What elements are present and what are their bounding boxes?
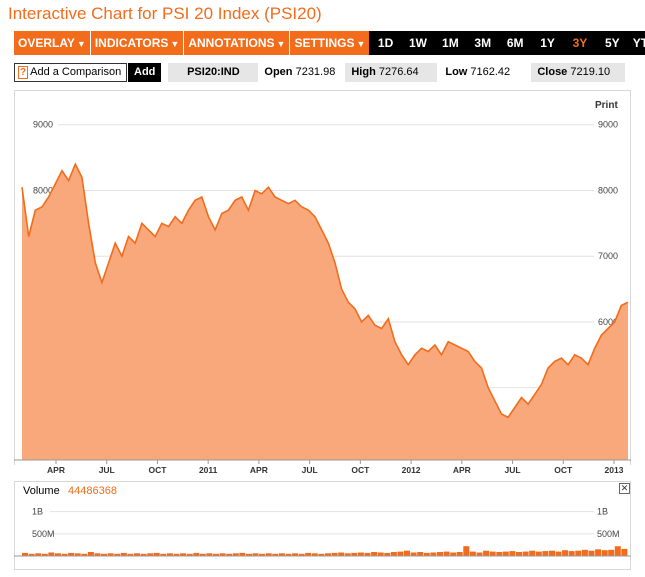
low-quote: Low 7162.42 xyxy=(439,63,531,82)
help-icon[interactable]: ? xyxy=(18,65,29,79)
indicators-menu-button[interactable]: INDICATORS ▼ xyxy=(90,31,185,55)
overlay-menu-label: OVERLAY xyxy=(18,36,75,50)
high-label: High xyxy=(351,65,376,78)
ticker-symbol: PSI20:IND xyxy=(168,62,259,82)
quote-bar: ? Add a Comparison Add PSI20:IND Open 72… xyxy=(14,62,638,82)
volume-label: Volume xyxy=(23,485,60,497)
x-tick-label: 2011 xyxy=(199,465,218,475)
chevron-down-icon: ▼ xyxy=(170,39,180,49)
x-tick-label: OCT xyxy=(351,465,370,475)
open-value: 7231.98 xyxy=(295,65,336,78)
chevron-down-icon: ▼ xyxy=(356,39,366,49)
add-comparison-button[interactable]: Add xyxy=(128,62,162,82)
x-tick-label: 2012 xyxy=(402,465,421,475)
range-button-3y[interactable]: 3Y xyxy=(563,31,597,55)
high-quote: High 7276.64 xyxy=(345,62,438,82)
close-value: 7219.10 xyxy=(570,65,611,78)
range-button-1m[interactable]: 1M xyxy=(434,31,466,55)
x-tick-label: JUL xyxy=(99,465,115,475)
annotations-menu-button[interactable]: ANNOTATIONS ▼ xyxy=(184,31,291,55)
range-selector: 1D 1W 1M 3M 6M 1Y 3Y 5Y YTD xyxy=(369,31,645,55)
range-button-1w[interactable]: 1W xyxy=(402,31,434,55)
price-chart-frame xyxy=(14,90,631,465)
open-quote: Open 7231.98 xyxy=(258,63,341,82)
close-icon[interactable]: ✕ xyxy=(619,483,630,494)
x-tick-label: APR xyxy=(453,465,471,475)
add-comparison-field[interactable]: ? Add a Comparison xyxy=(14,62,127,82)
volume-value: 44486368 xyxy=(68,485,117,497)
low-label: Low xyxy=(445,65,468,78)
add-comparison-label: Add a Comparison xyxy=(30,66,122,78)
range-button-5y[interactable]: 5Y xyxy=(596,31,628,55)
range-button-ytd[interactable]: YTD xyxy=(629,31,645,55)
high-value: 7276.64 xyxy=(378,65,419,78)
x-tick-label: 2013 xyxy=(605,465,624,475)
chevron-down-icon: ▼ xyxy=(76,39,86,49)
x-tick-label: APR xyxy=(250,465,268,475)
low-value: 7162.42 xyxy=(470,65,511,78)
range-button-1y[interactable]: 1Y xyxy=(531,31,563,55)
range-button-6m[interactable]: 6M xyxy=(499,31,531,55)
x-tick-label: JUL xyxy=(505,465,521,475)
close-label: Close xyxy=(537,65,568,78)
range-button-3m[interactable]: 3M xyxy=(467,31,499,55)
x-tick-label: JUL xyxy=(302,465,318,475)
overlay-menu-button[interactable]: OVERLAY ▼ xyxy=(14,31,91,55)
settings-menu-label: SETTINGS xyxy=(294,36,355,50)
indicators-menu-label: INDICATORS xyxy=(94,36,169,50)
chart-toolbar: OVERLAY ▼ INDICATORS ▼ ANNOTATIONS ▼ SETTIN… xyxy=(14,31,645,55)
chevron-down-icon: ▼ xyxy=(276,39,286,49)
annotations-menu-label: ANNOTATIONS xyxy=(188,36,275,50)
range-button-1d[interactable]: 1D xyxy=(369,31,401,55)
print-link[interactable]: Print xyxy=(595,100,618,111)
settings-menu-button[interactable]: SETTINGS ▼ xyxy=(290,31,370,55)
open-label: Open xyxy=(264,65,293,78)
close-quote: Close 7219.10 xyxy=(531,62,626,82)
x-tick-label: OCT xyxy=(554,465,573,475)
page-title: Interactive Chart for PSI 20 Index (PSI2… xyxy=(8,4,322,23)
x-tick-label: APR xyxy=(47,465,65,475)
x-tick-label: OCT xyxy=(148,465,167,475)
